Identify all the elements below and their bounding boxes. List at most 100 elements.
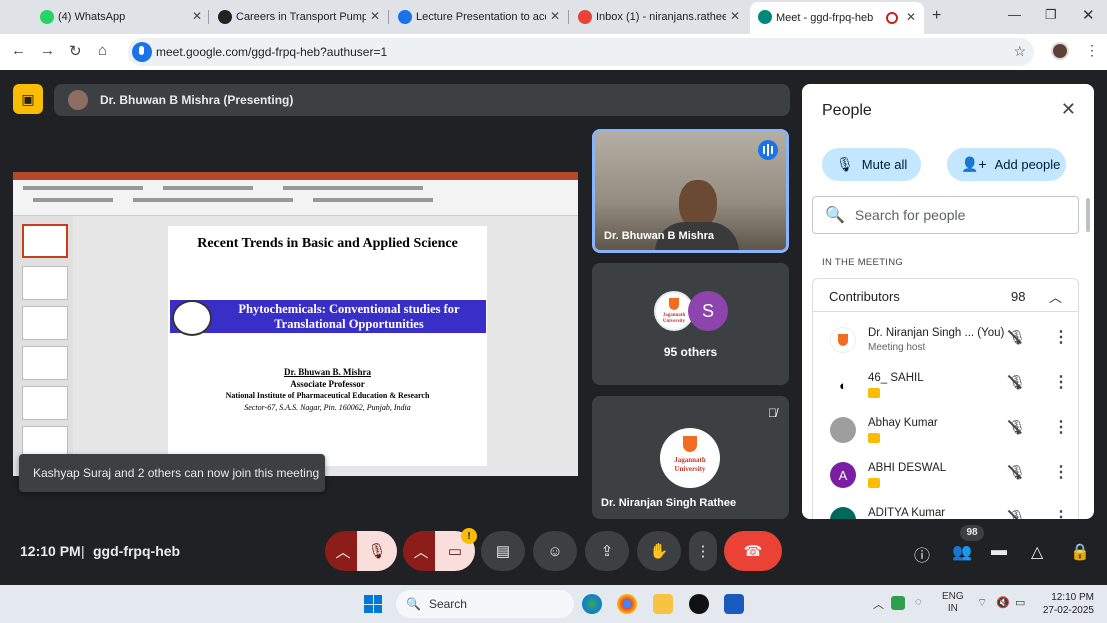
speaking-indicator-icon [758, 140, 778, 160]
close-icon[interactable]: ✕ [906, 10, 916, 24]
logo-text: University [662, 319, 686, 324]
recording-icon [886, 12, 898, 24]
captions-button[interactable]: ▤ [481, 531, 525, 571]
language-indicator[interactable]: ENG IN [942, 591, 964, 615]
slide-subtitle: Phytochemicals: Conventional studies for… [238, 302, 460, 331]
presenter-label: Dr. Bhuwan B Mishra (Presenting) [100, 93, 294, 107]
raise-hand-button[interactable]: ✋ [637, 531, 681, 571]
others-tile[interactable]: Jagannath University S 95 others [592, 263, 789, 385]
profile-avatar[interactable] [1051, 42, 1069, 60]
scrollbar[interactable] [1086, 198, 1090, 232]
mic-off-icon[interactable]: 🎙 [1008, 329, 1026, 346]
participant-row[interactable]: ADITYA Kumar 🎙 ⋮ [813, 499, 1078, 519]
others-count: 95 others [663, 345, 718, 359]
university-logo-icon [669, 298, 679, 310]
url-text[interactable]: meet.google.com/ggd-frpq-heb?authuser=1 [156, 45, 387, 59]
bookmark-star-icon[interactable]: ☆ [1013, 43, 1026, 60]
back-button[interactable]: ← [11, 42, 26, 59]
tab-title: Inbox (1) - niranjans.rathee@ [596, 11, 726, 23]
people-search-input[interactable]: 🔍 Search for people [812, 196, 1079, 234]
close-window-button[interactable]: ✕ [1082, 6, 1095, 24]
tab-meet[interactable]: Meet - ggd-frpq-heb ✕ [750, 2, 924, 34]
tray-app-icon[interactable] [891, 596, 905, 610]
leave-call-button[interactable]: ☎ [724, 531, 782, 571]
hand-icon: ✋ [649, 543, 669, 560]
people-icon[interactable]: 👥 [952, 542, 972, 562]
phone-hangup-icon: ☎ [743, 543, 763, 560]
more-options-icon[interactable]: ⋮ [1053, 372, 1069, 392]
taskbar-search[interactable]: 🔍 Search [396, 590, 574, 618]
chat-icon[interactable]: ▬ [991, 542, 1007, 560]
battery-icon[interactable]: ▭ [1015, 596, 1025, 609]
microphone-icon [132, 42, 152, 62]
mic-off-icon[interactable]: 🎙 [1008, 464, 1026, 481]
more-options-icon[interactable]: ⋮ [1053, 462, 1069, 482]
chrome-icon[interactable] [617, 594, 637, 614]
tab-lecture[interactable]: Lecture Presentation to acco ✕ [358, 4, 568, 30]
search-placeholder: Search for people [854, 207, 966, 223]
avatar: ◐ [830, 372, 856, 398]
chevron-up-icon[interactable]: ︿ [1049, 287, 1062, 306]
avatar [830, 417, 856, 443]
mic-off-icon[interactable]: 🎙 [1008, 419, 1026, 436]
avatar [830, 507, 856, 519]
panel-title: People [822, 102, 872, 119]
stop-presenting-icon[interactable]: ▣ [13, 84, 43, 114]
mic-toggle-button[interactable]: 🎙 [357, 531, 397, 571]
mic-off-icon[interactable]: 🎙 [1008, 374, 1026, 391]
settings-gear-icon[interactable] [689, 594, 709, 614]
more-options-icon[interactable]: ⋮ [1053, 327, 1069, 347]
browser-menu-icon[interactable]: ⋮ [1085, 42, 1099, 59]
group-count: 98 [1011, 289, 1026, 304]
word-icon[interactable] [724, 594, 744, 614]
video-options-button[interactable]: ︿ [403, 531, 439, 571]
volume-muted-icon[interactable]: 🔇 [996, 596, 1010, 609]
contributors-header[interactable]: Contributors 98 ︿ [813, 279, 1078, 312]
slide-thumbnail [22, 386, 68, 420]
close-icon[interactable]: ✕ [1061, 99, 1076, 120]
emoji-icon: ☺ [547, 542, 563, 560]
tab-title: Meet - ggd-frpq-heb [776, 12, 874, 24]
omnibox[interactable]: meet.google.com/ggd-frpq-heb?authuser=1 … [128, 38, 1034, 66]
new-tab-button[interactable]: + [932, 7, 941, 25]
chevron-up-icon[interactable]: ︿ [873, 596, 884, 612]
system-clock[interactable]: 12:10 PM 27-02-2025 [1040, 591, 1094, 617]
participant-name: 46_ SAHIL [868, 372, 924, 384]
restore-button[interactable]: ❐ [1045, 7, 1057, 23]
tab-inbox[interactable]: Inbox (1) - niranjans.rathee@ ✕ [538, 4, 748, 30]
participant-name: Dr. Bhuwan B Mishra [604, 230, 715, 242]
warning-icon: ! [461, 528, 477, 544]
host-tile[interactable]: 🎙̸ Jagannath University Dr. Niranjan Sin… [592, 396, 789, 519]
home-button[interactable]: ⌂ [98, 42, 107, 59]
presenter-video-tile[interactable]: Dr. Bhuwan B Mishra [592, 129, 789, 253]
add-people-button[interactable]: 👤+ Add people [947, 148, 1066, 181]
edge-icon[interactable] [582, 594, 602, 614]
participant-row[interactable]: Abhay Kumar 🎙 ⋮ [813, 409, 1078, 453]
wifi-icon[interactable]: ⌔ [977, 596, 987, 610]
tab-title: Careers in Transport Pumps [236, 11, 366, 23]
more-options-icon[interactable]: ⋮ [1053, 417, 1069, 437]
university-logo-icon [683, 436, 697, 452]
participant-row[interactable]: ◐ 46_ SAHIL 🎙 ⋮ [813, 364, 1078, 408]
minimize-button[interactable]: — [1008, 7, 1021, 22]
more-options-button[interactable]: ⋮ [689, 531, 717, 571]
host-controls-icon[interactable]: 🔒 [1070, 542, 1090, 562]
forward-button[interactable]: → [40, 42, 55, 59]
tab-careers[interactable]: Careers in Transport Pumps ✕ [178, 4, 388, 30]
participant-row[interactable]: Dr. Niranjan Singh ... (You) Meeting hos… [813, 319, 1078, 363]
audio-options-button[interactable]: ︿ [325, 531, 361, 571]
powerpoint-titlebar [13, 172, 578, 180]
file-explorer-icon[interactable] [653, 594, 673, 614]
reactions-button[interactable]: ☺ [533, 531, 577, 571]
reload-button[interactable]: ↻ [69, 42, 82, 60]
participant-row[interactable]: A ABHI DESWAL 🎙 ⋮ [813, 454, 1078, 498]
more-options-icon[interactable]: ⋮ [1053, 507, 1069, 519]
activities-icon[interactable]: △ [1031, 542, 1043, 562]
mute-all-button[interactable]: 🎙 Mute all [822, 148, 921, 181]
close-icon[interactable]: ✕ [730, 9, 740, 23]
present-button[interactable]: ⇪ [585, 531, 629, 571]
university-avatar: Jagannath University [660, 428, 720, 488]
mic-off-icon[interactable]: 🎙 [1008, 509, 1026, 519]
info-icon[interactable]: ⓘ [914, 542, 930, 566]
windows-start-icon[interactable] [364, 595, 382, 613]
